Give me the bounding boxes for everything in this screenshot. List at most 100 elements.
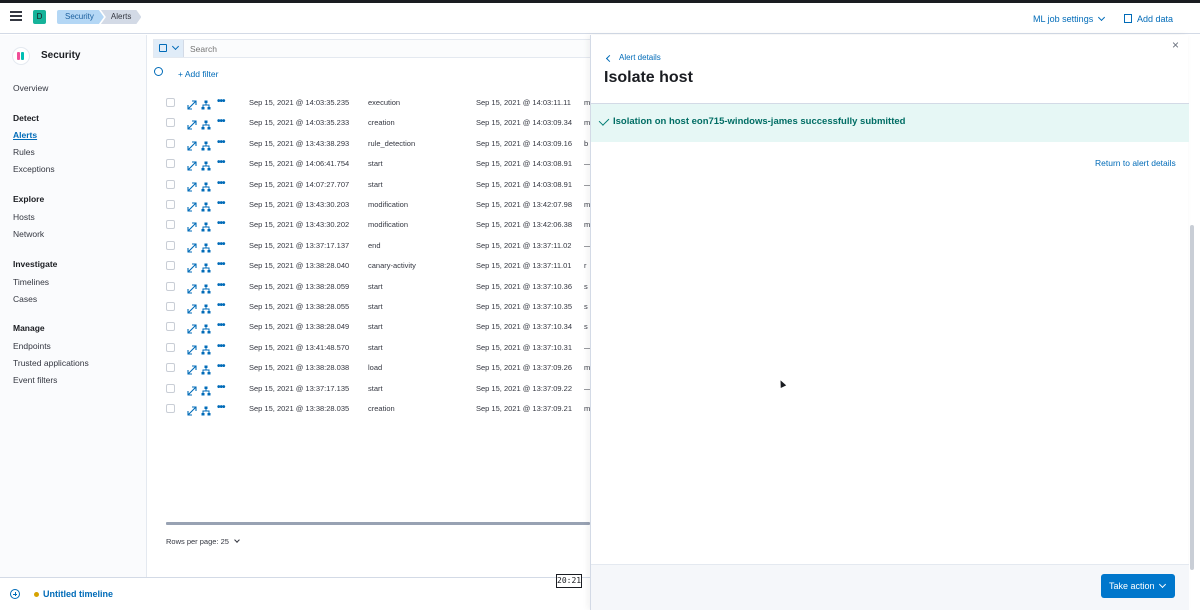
analyze-event-icon[interactable] bbox=[201, 260, 211, 273]
more-actions-icon[interactable]: ••• bbox=[217, 321, 225, 331]
expand-icon[interactable] bbox=[187, 260, 197, 273]
row-checkbox[interactable] bbox=[166, 383, 175, 393]
analyze-event-icon[interactable] bbox=[201, 179, 211, 192]
expand-icon[interactable] bbox=[187, 321, 197, 334]
sidebar-item-cases[interactable]: Cases bbox=[13, 294, 37, 304]
add-filter-button[interactable]: + Add filter bbox=[178, 69, 218, 79]
row-checkbox[interactable] bbox=[166, 200, 175, 209]
more-actions-icon[interactable]: ••• bbox=[217, 137, 225, 147]
sidebar-item-exceptions[interactable]: Exceptions bbox=[13, 164, 55, 174]
sidebar-item-alerts[interactable]: Alerts bbox=[13, 130, 37, 140]
more-actions-icon[interactable]: ••• bbox=[217, 178, 225, 188]
expand-icon[interactable] bbox=[187, 301, 197, 314]
analyze-event-icon[interactable] bbox=[201, 281, 211, 294]
analyze-event-icon[interactable] bbox=[201, 97, 211, 110]
analyze-event-icon[interactable] bbox=[201, 158, 211, 171]
row-checkbox[interactable] bbox=[166, 240, 175, 250]
row-checkbox[interactable] bbox=[166, 98, 175, 107]
expand-icon[interactable] bbox=[187, 138, 197, 151]
ml-job-settings-button[interactable]: ML job settings bbox=[1033, 13, 1106, 24]
close-icon[interactable]: × bbox=[1172, 39, 1179, 51]
sidebar-item-network[interactable]: Network bbox=[13, 229, 44, 239]
analyze-event-icon[interactable] bbox=[201, 138, 211, 151]
sidebar-item-overview[interactable]: Overview bbox=[13, 83, 48, 93]
filter-options-icon[interactable] bbox=[154, 67, 163, 76]
sidebar-item-hosts[interactable]: Hosts bbox=[13, 212, 35, 222]
expand-icon[interactable] bbox=[187, 199, 197, 212]
sidebar-item-event-filters[interactable]: Event filters bbox=[13, 375, 57, 385]
row-checkbox[interactable] bbox=[166, 404, 175, 413]
row-checkbox[interactable] bbox=[166, 138, 175, 148]
analyze-event-icon[interactable] bbox=[201, 301, 211, 314]
more-actions-icon[interactable]: ••• bbox=[217, 382, 225, 392]
row-checkbox[interactable] bbox=[166, 179, 175, 189]
analyze-event-icon[interactable] bbox=[201, 321, 211, 334]
row-checkbox[interactable] bbox=[166, 363, 175, 373]
more-actions-icon[interactable]: ••• bbox=[217, 158, 225, 168]
analyze-event-icon[interactable] bbox=[201, 240, 211, 253]
sidebar-item-endpoints[interactable]: Endpoints bbox=[13, 341, 51, 351]
more-actions-icon[interactable]: ••• bbox=[217, 341, 225, 351]
more-actions-icon[interactable]: ••• bbox=[217, 260, 225, 270]
return-to-alert-details-link[interactable]: Return to alert details bbox=[1095, 158, 1176, 168]
row-checkbox[interactable] bbox=[166, 261, 175, 271]
expand-icon[interactable] bbox=[187, 97, 197, 110]
event-action-cell: rule_detection bbox=[368, 138, 416, 148]
search-input[interactable] bbox=[190, 42, 580, 55]
analyze-event-icon[interactable] bbox=[201, 342, 211, 355]
row-checkbox[interactable] bbox=[166, 322, 175, 332]
more-actions-icon[interactable]: ••• bbox=[217, 239, 225, 249]
rows-per-page-button[interactable]: Rows per page: 25 bbox=[166, 537, 240, 546]
analyze-event-icon[interactable] bbox=[201, 219, 211, 232]
analyze-event-icon[interactable] bbox=[201, 403, 211, 416]
analyze-event-icon[interactable] bbox=[201, 383, 211, 396]
more-actions-icon[interactable]: ••• bbox=[217, 97, 225, 107]
expand-icon[interactable] bbox=[187, 342, 197, 355]
original-time-cell: Sep 15, 2021 @ 13:42:06.38 bbox=[476, 220, 573, 230]
more-actions-icon[interactable]: ••• bbox=[217, 280, 225, 290]
more-actions-icon[interactable]: ••• bbox=[217, 362, 225, 372]
space-avatar[interactable]: D bbox=[33, 10, 46, 24]
sidebar-item-timelines[interactable]: Timelines bbox=[13, 277, 49, 287]
timestamp-cell: Sep 15, 2021 @ 13:38:28.059 bbox=[249, 281, 350, 291]
horizontal-scrollbar[interactable] bbox=[166, 522, 590, 525]
expand-icon[interactable] bbox=[187, 281, 197, 294]
alert-details-link[interactable]: Alert details bbox=[619, 53, 661, 62]
add-data-button[interactable]: Add data bbox=[1124, 14, 1173, 24]
breadcrumb-security[interactable]: Security bbox=[57, 10, 104, 24]
more-actions-icon[interactable]: ••• bbox=[217, 403, 225, 413]
sidebar-item-rules[interactable]: Rules bbox=[13, 147, 35, 157]
row-checkbox[interactable] bbox=[166, 281, 175, 291]
take-action-button[interactable]: Take action bbox=[1101, 574, 1175, 598]
expand-icon[interactable] bbox=[187, 403, 197, 416]
security-logo-icon bbox=[13, 48, 29, 64]
analyze-event-icon[interactable] bbox=[201, 117, 211, 130]
expand-icon[interactable] bbox=[187, 383, 197, 396]
expand-icon[interactable] bbox=[187, 362, 197, 375]
row-checkbox[interactable] bbox=[166, 159, 175, 169]
saved-query-button[interactable] bbox=[154, 40, 184, 57]
menu-icon[interactable] bbox=[10, 11, 22, 21]
vertical-scrollbar[interactable] bbox=[1190, 225, 1194, 570]
analyze-event-icon[interactable] bbox=[201, 199, 211, 212]
expand-icon[interactable] bbox=[187, 158, 197, 171]
row-checkbox[interactable] bbox=[166, 118, 175, 128]
untitled-timeline-button[interactable]: Untitled timeline bbox=[43, 589, 113, 599]
row-checkbox[interactable] bbox=[166, 342, 175, 352]
expand-icon[interactable] bbox=[187, 179, 197, 192]
expand-icon[interactable] bbox=[187, 240, 197, 253]
more-actions-icon[interactable]: ••• bbox=[217, 301, 225, 311]
chevron-left-icon[interactable] bbox=[605, 54, 614, 63]
more-actions-icon[interactable]: ••• bbox=[217, 219, 225, 229]
sidebar-item-trusted-applications[interactable]: Trusted applications bbox=[13, 358, 89, 368]
analyze-event-icon[interactable] bbox=[201, 362, 211, 375]
row-checkbox[interactable] bbox=[166, 220, 175, 230]
expand-icon[interactable] bbox=[187, 117, 197, 130]
add-timeline-icon[interactable] bbox=[10, 589, 20, 599]
timestamp-cell: Sep 15, 2021 @ 13:43:30.202 bbox=[249, 220, 350, 230]
more-actions-icon[interactable]: ••• bbox=[217, 117, 225, 127]
table-row: ••• Sep 15, 2021 @ 13:43:30.203 modificati… bbox=[148, 195, 590, 215]
more-actions-icon[interactable]: ••• bbox=[217, 199, 225, 209]
row-checkbox[interactable] bbox=[166, 302, 175, 311]
expand-icon[interactable] bbox=[187, 219, 197, 232]
